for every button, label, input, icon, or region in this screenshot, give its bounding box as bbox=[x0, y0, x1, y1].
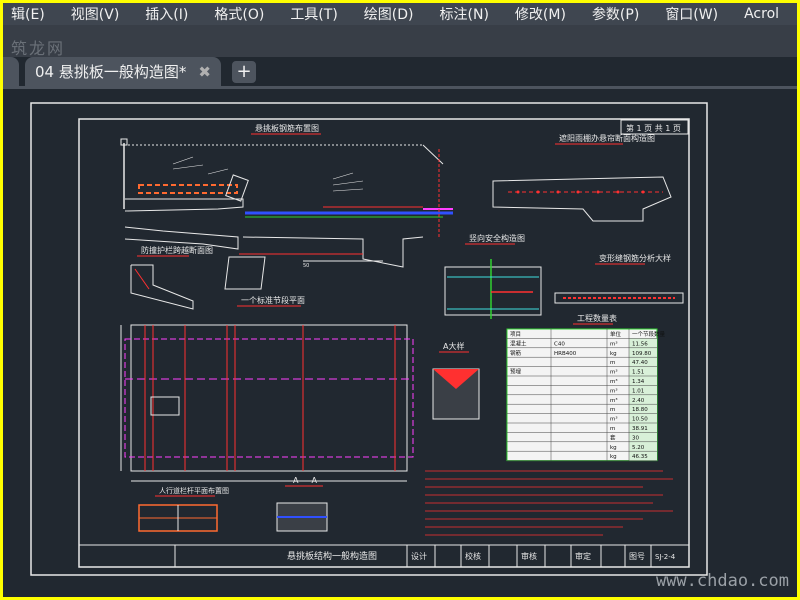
menu-format[interactable]: 格式(O) bbox=[214, 4, 264, 24]
title-steel-detail: 变形缝钢筋分析大样 bbox=[599, 253, 671, 263]
table-cell: 1.51 bbox=[632, 370, 644, 376]
menu-acrobat[interactable]: Acrol bbox=[744, 6, 779, 22]
cell-check: 校核 bbox=[465, 551, 481, 561]
plan-outline bbox=[130, 324, 408, 472]
shade-section bbox=[492, 176, 672, 222]
table-cell: 套 bbox=[610, 433, 616, 441]
table-cell: m³ bbox=[610, 387, 618, 394]
elevation-box bbox=[444, 266, 542, 316]
menu-modify[interactable]: 修改(M) bbox=[515, 4, 566, 24]
menu-insert[interactable]: 插入(I) bbox=[145, 4, 188, 24]
title-section-aa: A — A bbox=[293, 476, 318, 485]
title-side-view: 一个标准节段平面 bbox=[241, 295, 305, 305]
plan-rebars bbox=[144, 325, 396, 471]
title-elevation: 竖向安全构造图 bbox=[469, 233, 525, 243]
title-quantity-table: 工程数量表 bbox=[577, 313, 617, 323]
menu-draw[interactable]: 绘图(D) bbox=[364, 4, 414, 24]
table-cell: 47.40 bbox=[632, 360, 648, 366]
title-a-detail: A大样 bbox=[443, 341, 464, 351]
table-cell: 混凝土 bbox=[510, 339, 527, 347]
notes-lines bbox=[425, 470, 673, 536]
menu-view[interactable]: 视图(V) bbox=[71, 4, 120, 24]
leader-lines bbox=[172, 156, 364, 192]
table-cell: 109.80 bbox=[632, 351, 652, 357]
title-bottom-left: 人行道栏杆平面布置图 bbox=[159, 486, 229, 495]
girder-web bbox=[242, 236, 424, 268]
cell-review: 审核 bbox=[521, 551, 537, 561]
wall-piece bbox=[224, 256, 266, 290]
menu-edit[interactable]: 辑(E) bbox=[11, 4, 45, 24]
toolbar-area: 筑龙网 bbox=[3, 25, 797, 58]
plan-magenta bbox=[124, 338, 414, 458]
menu-dimension[interactable]: 标注(N) bbox=[440, 4, 489, 24]
gutter-section bbox=[130, 264, 194, 310]
menu-tools[interactable]: 工具(T) bbox=[290, 4, 337, 24]
menu-window[interactable]: 窗口(W) bbox=[665, 4, 718, 24]
table-cell: 1.01 bbox=[632, 388, 644, 394]
rebar-line bbox=[134, 268, 150, 290]
title-shade-detail: 遮阳雨棚办悬帘断面构造图 bbox=[559, 133, 655, 143]
menu-bar: 辑(E) 视图(V) 插入(I) 格式(O) 工具(T) 绘图(D) 标注(N)… bbox=[3, 3, 797, 25]
table-cell: 18.80 bbox=[632, 407, 648, 413]
dim-label: 50 bbox=[303, 263, 309, 269]
close-icon[interactable]: ✖ bbox=[198, 63, 211, 81]
cad-drawing: 第 1 页 共 1 页 悬挑板钢筋布置图 50 遮阳雨棚办悬帘断面构造图 防撞护… bbox=[30, 102, 708, 576]
page-info: 第 1 页 共 1 页 bbox=[626, 123, 681, 133]
cell-design: 设计 bbox=[411, 551, 427, 561]
table-cell: 单位 bbox=[610, 330, 622, 338]
table-cell: m³ bbox=[610, 369, 618, 376]
table-cell: 38.91 bbox=[632, 426, 648, 432]
table-cell: 30 bbox=[632, 435, 639, 441]
app-window: 辑(E) 视图(V) 插入(I) 格式(O) 工具(T) 绘图(D) 标注(N)… bbox=[3, 3, 797, 597]
slab-outline bbox=[124, 198, 244, 212]
table-cell: kg bbox=[610, 351, 617, 357]
table-cell: m³ bbox=[610, 416, 618, 423]
table-cell: 钢筋 bbox=[510, 349, 522, 357]
dim-line bbox=[422, 144, 444, 165]
table-cell: 一个节段数量 bbox=[632, 330, 666, 338]
plan-opening bbox=[150, 396, 180, 416]
table-cell: 46.35 bbox=[632, 454, 648, 460]
new-tab-button[interactable]: + bbox=[232, 61, 256, 83]
tab-previous[interactable] bbox=[3, 57, 19, 86]
title-block-main: 悬挑板结构一般构造图 bbox=[287, 550, 377, 562]
table-cell: 10.50 bbox=[632, 417, 648, 423]
watermark-logo: 筑龙网 bbox=[11, 39, 66, 58]
table-cell: HRB400 bbox=[554, 351, 577, 357]
title-main-plan: 悬挑板钢筋布置图 bbox=[255, 123, 319, 133]
drawing-canvas[interactable]: 第 1 页 共 1 页 悬挑板钢筋布置图 50 遮阳雨棚办悬帘断面构造图 防撞护… bbox=[3, 89, 797, 597]
table-cell: kg bbox=[610, 445, 617, 451]
deck-slab bbox=[138, 184, 238, 194]
table-cell: 项目 bbox=[510, 331, 521, 338]
table-cell: m bbox=[610, 407, 615, 413]
table-cell: 1.34 bbox=[632, 379, 645, 385]
table-cell: kg bbox=[610, 454, 617, 460]
table-cell: 2.40 bbox=[632, 398, 645, 404]
table-cell: 5.20 bbox=[632, 445, 645, 451]
table-cell: m³ bbox=[610, 397, 618, 404]
menu-parameter[interactable]: 参数(P) bbox=[592, 4, 639, 24]
table-cell: m³ bbox=[610, 378, 618, 385]
watermark-url: www.chdao.com bbox=[655, 571, 789, 591]
quantity-table: 项目 单位 一个节段数量混凝土 C40 m³ 11.56 钢筋 HRB400 kg 109.80 m… bbox=[506, 328, 666, 462]
table-cell: C40 bbox=[554, 341, 565, 347]
cell-drawing-no: SJ-2-4 bbox=[655, 553, 676, 561]
table-cell: m bbox=[610, 360, 615, 366]
table-cell: 预埋 bbox=[510, 368, 522, 376]
cell-drawing-no-label: 图号 bbox=[629, 552, 645, 561]
tab-label: 04 悬挑板一般构造图* bbox=[35, 63, 187, 81]
table-cell: m bbox=[610, 426, 615, 432]
table-cell: m³ bbox=[610, 340, 618, 347]
title-gutter-detail: 防撞护栏跨越断面图 bbox=[141, 245, 213, 255]
cell-approve: 审定 bbox=[575, 551, 591, 561]
table-cell: 11.56 bbox=[632, 341, 648, 347]
tab-drawing[interactable]: 04 悬挑板一般构造图* ✖ bbox=[25, 57, 221, 86]
